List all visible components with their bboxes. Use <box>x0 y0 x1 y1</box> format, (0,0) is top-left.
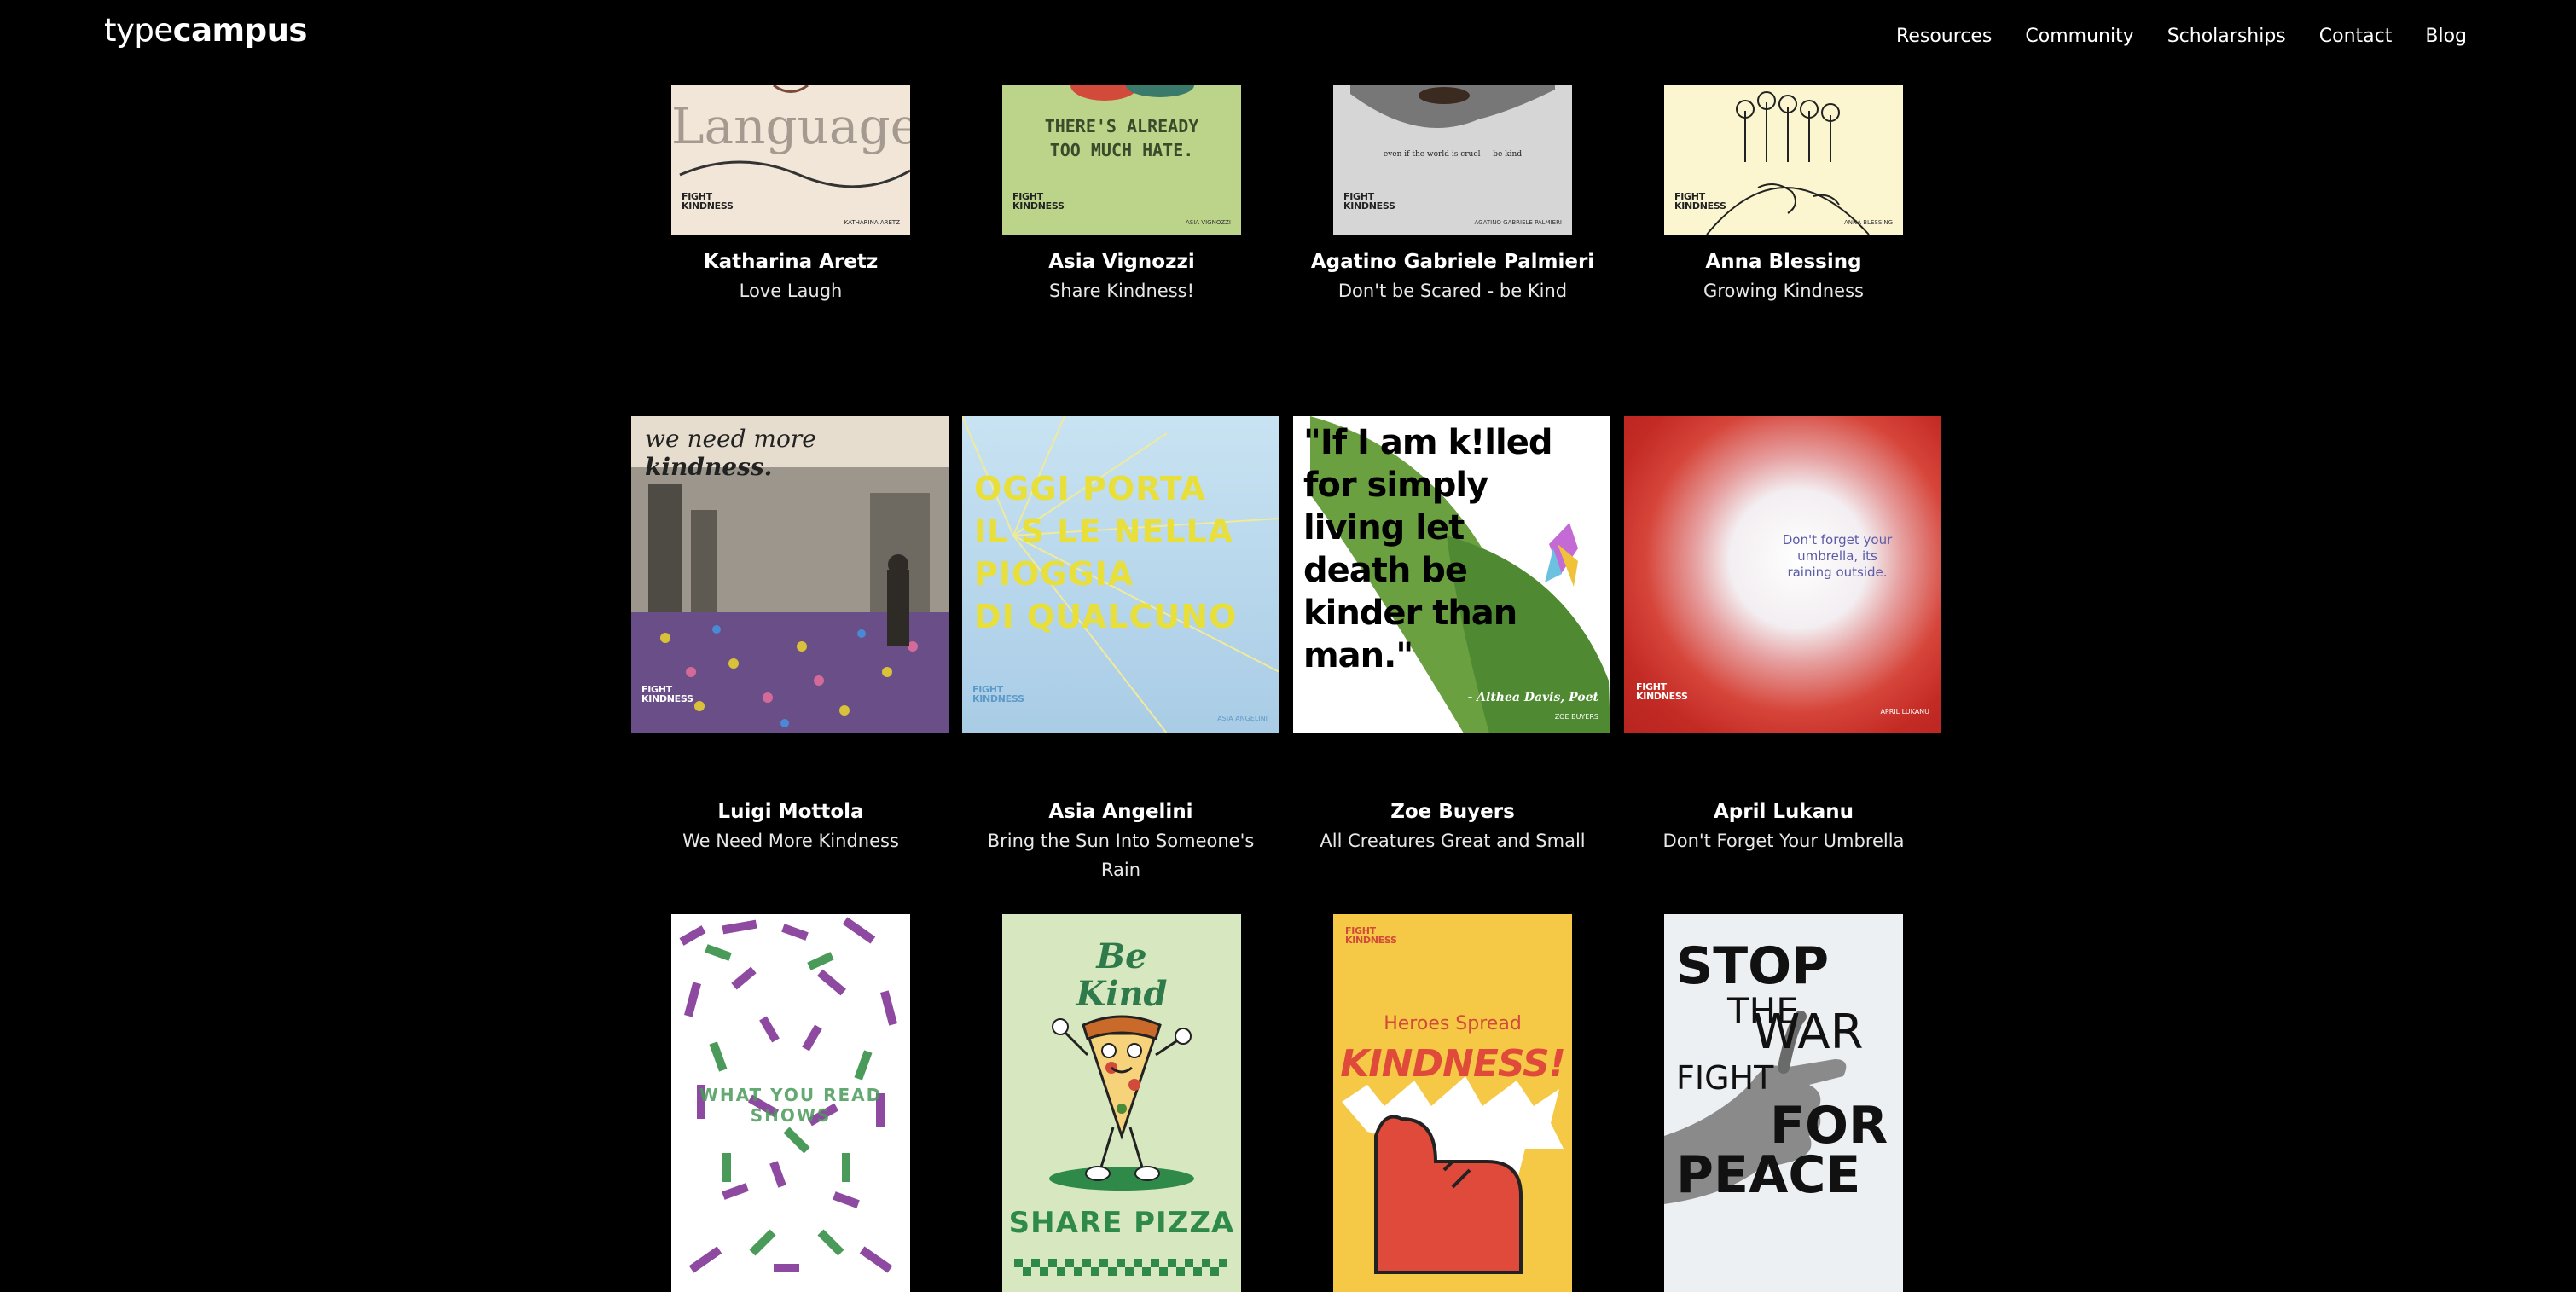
author-name[interactable]: Anna Blessing <box>1639 247 1929 276</box>
poster-art <box>1342 1076 1564 1274</box>
card-caption: Katharina Aretz Love Laugh <box>646 247 936 305</box>
card-caption: Agatino Gabriele Palmieri Don't be Scare… <box>1308 247 1598 305</box>
poster-dont-be-scared[interactable]: even if the world is cruel — be kind FIG… <box>1333 85 1572 235</box>
poster-all-creatures[interactable]: "If I am k!lled for simply living let de… <box>1293 416 1610 733</box>
fight-for-kindness-logo: FIGHT KINDNESS <box>641 684 693 704</box>
poster-headline: STOP THE WAR FIGHT FOR PEACE <box>1676 936 1888 1205</box>
poster-be-kind-pizza[interactable]: Be Kind SHARE PIZZA <box>1002 914 1241 1292</box>
poster-title: Don't be Scared - be Kind <box>1337 281 1568 301</box>
poster-dont-forget-umbrella[interactable]: Don't forget your umbrella, its raining … <box>1624 416 1941 733</box>
nav-resources[interactable]: Resources <box>1896 26 1992 47</box>
author-name[interactable]: Asia Vignozzi <box>977 247 1267 276</box>
poster-credit: ZOE BUYERS <box>1554 713 1598 721</box>
poster-bring-the-sun[interactable]: OGGI PORTA IL S LE NELLA PIOGGIA DI QUAL… <box>962 416 1279 733</box>
poster-what-you-read[interactable]: WHAT YOU READ SHOWS <box>671 914 910 1292</box>
nav-scholarships[interactable]: Scholarships <box>2167 26 2286 47</box>
fight-for-kindness-logo: FIGHT KINDNESS <box>1012 191 1065 211</box>
fight-for-kindness-logo: FIGHT KINDNESS <box>1305 681 1357 702</box>
card-caption: Luigi Mottola We Need More Kindness <box>646 797 936 855</box>
author-name[interactable]: Asia Angelini <box>967 797 1274 826</box>
poster-headline: OGGI PORTA IL S LE NELLA PIOGGIA DI QUAL… <box>974 470 1238 635</box>
poster-title: Bring the Sun Into Someone's Rain <box>987 831 1255 880</box>
poster-headline: Don't forget your umbrella, its raining … <box>1782 532 1893 580</box>
author-name[interactable]: Katharina Aretz <box>646 247 936 276</box>
poster-headline: Language <box>671 97 910 155</box>
author-name[interactable]: April Lukanu <box>1639 797 1929 826</box>
poster-title: Love Laugh <box>739 281 843 301</box>
fight-for-kindness-logo: FIGHT KINDNESS <box>1674 191 1726 211</box>
card-caption: Asia Vignozzi Share Kindness! <box>977 247 1267 305</box>
card-caption: April Lukanu Don't Forget Your Umbrella <box>1639 797 1929 855</box>
site-header: typecampus Resources Community Scholarsh… <box>0 0 2576 85</box>
author-name[interactable]: Agatino Gabriele Palmieri <box>1308 247 1598 276</box>
main-nav: Resources Community Scholarships Contact… <box>1896 26 2467 47</box>
poster-heroes-spread-kindness[interactable]: FIGHT KINDNESS Heroes Spread KINDNESS! <box>1333 914 1572 1292</box>
poster-headline: "If I am k!lled for simply living let de… <box>1303 423 1552 675</box>
poster-title: Don't Forget Your Umbrella <box>1662 831 1905 851</box>
poster-credit: KATHARINA ARETZ <box>844 219 900 226</box>
fight-for-kindness-logo: FIGHT KINDNESS <box>1636 681 1688 702</box>
poster-headline: KINDNESS! <box>1340 1042 1566 1086</box>
poster-love-laugh[interactable]: Language FIGHT KINDNESS KATHARINA ARETZ <box>671 85 910 235</box>
poster-title: All Creatures Great and Small <box>1320 831 1586 851</box>
poster-credit: ASIA ANGELINI <box>1217 715 1268 722</box>
poster-stop-the-war[interactable]: STOP THE WAR FIGHT FOR PEACE <box>1664 914 1903 1292</box>
nav-blog[interactable]: Blog <box>2425 26 2467 47</box>
poster-credit: AGATINO GABRIELE PALMIERI <box>1474 219 1562 226</box>
fight-for-kindness-logo: FIGHT KINDNESS <box>682 191 734 211</box>
typecampus-logo[interactable]: typecampus <box>104 12 307 49</box>
poster-credit: ANNA BLESSING <box>1843 219 1893 226</box>
author-name[interactable]: Zoe Buyers <box>1308 797 1598 826</box>
poster-footer: SHARE PIZZA <box>1008 1206 1235 1240</box>
fight-for-kindness-logo: FIGHT KINDNESS <box>972 684 1024 704</box>
poster-credit: APRIL LUKANU <box>1880 708 1929 716</box>
poster-art <box>1350 85 1555 128</box>
poster-hidden-text: WHAT YOU READ SHOWS <box>699 1085 883 1126</box>
poster-subhead: Heroes Spread <box>1384 1013 1522 1034</box>
poster-headline: THERE'S ALREADY TOO MUCH HATE. <box>1044 116 1199 160</box>
poster-share-kindness[interactable]: THERE'S ALREADY TOO MUCH HATE. FIGHT KIND… <box>1002 85 1241 235</box>
poster-quote: - Althea Davis, Poet <box>1467 691 1598 704</box>
card-caption: Anna Blessing Growing Kindness <box>1639 247 1929 305</box>
poster-title: Growing Kindness <box>1703 281 1864 301</box>
poster-credit: ASIA VIGNOZZI <box>1186 219 1231 226</box>
poster-we-need-more-kindness[interactable]: we need more kindness. FIGHT KINDNESS <box>631 416 949 733</box>
poster-headline: we need more kindness. <box>645 425 816 481</box>
poster-growing-kindness[interactable]: FIGHT KINDNESS ANNA BLESSING <box>1664 85 1903 235</box>
nav-community[interactable]: Community <box>2025 26 2133 47</box>
poster-title: Share Kindness! <box>1048 281 1195 301</box>
card-caption: Asia Angelini Bring the Sun Into Someone… <box>967 797 1274 884</box>
poster-title: We Need More Kindness <box>682 831 899 851</box>
card-caption: Zoe Buyers All Creatures Great and Small <box>1308 797 1598 855</box>
fight-for-kindness-logo: FIGHT KINDNESS <box>1343 191 1395 211</box>
poster-headline: even if the world is cruel — be kind <box>1383 150 1523 159</box>
poster-art <box>1706 91 1870 235</box>
author-name[interactable]: Luigi Mottola <box>646 797 936 826</box>
nav-contact[interactable]: Contact <box>2319 26 2393 47</box>
